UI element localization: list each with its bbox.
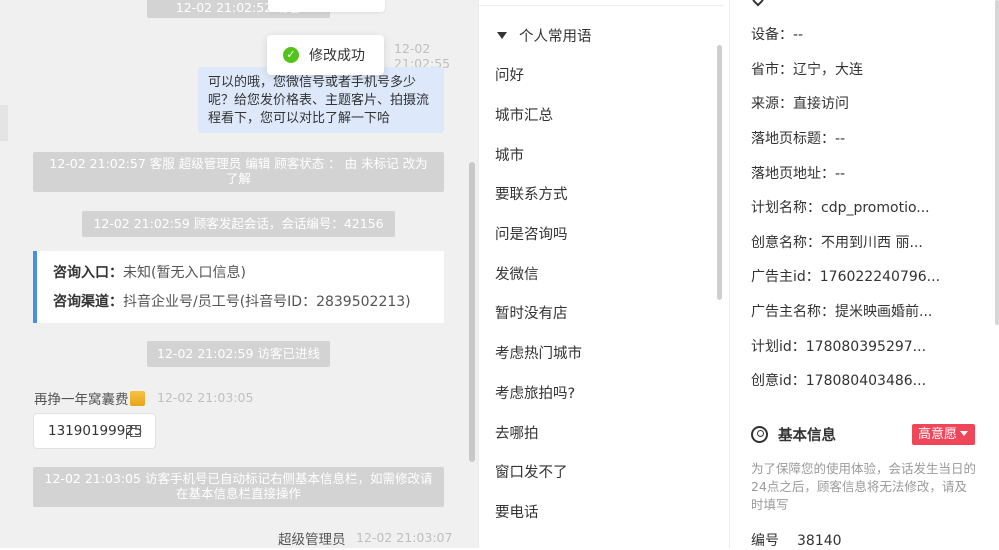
info-creative-name: 创意名称：不用到川西 丽...	[751, 235, 923, 251]
phrase-item[interactable]: 考虑旅拍吗?	[495, 382, 575, 403]
phrase-item[interactable]: 窗口发不了	[495, 461, 568, 482]
quick-phrases-panel: 个人常用语 问好 城市汇总 城市 要联系方式 问是咨询吗 发微信 暂时没有店 考…	[478, 0, 729, 548]
customer-id-label: 编号	[751, 533, 779, 549]
customer-id-row: 编号 38140	[751, 530, 842, 550]
toast-text: 修改成功	[309, 48, 365, 64]
copy-icon[interactable]	[126, 425, 141, 439]
intent-dropdown[interactable]: 高意愿	[912, 424, 975, 445]
phrase-item[interactable]: 去哪拍	[495, 422, 539, 443]
info-landing-url: 落地页地址：--	[751, 166, 846, 182]
consult-entry-value: 未知(暂无入口信息)	[123, 265, 246, 281]
info-source: 来源：直接访问	[751, 96, 849, 112]
caret-down-icon	[497, 32, 507, 39]
visitor-message-bubble: 13190199925	[33, 413, 156, 449]
emoji-icon	[129, 391, 145, 406]
phrase-item[interactable]: 要电话	[495, 501, 539, 522]
info-creative-id: 创意id：178080403486...	[751, 373, 927, 389]
phrase-item[interactable]: 城市汇总	[495, 104, 553, 125]
visitor-name-text: 再挣一年窝囊费	[34, 392, 129, 408]
chat-panel: 12-02 21:02:52 访客 12-02 21:02:55 可以的哦，您微…	[0, 0, 478, 548]
consult-channel-row: 咨询渠道：抖音企业号/员工号(抖音号ID：2839502213)	[53, 288, 444, 317]
info-device: 设备：--	[751, 27, 804, 43]
toast-remnant	[268, 0, 385, 12]
system-message-phone-tagged: 12-02 21:03:05 访客手机号已自动标记右侧基本信息栏，如需修改请在基…	[33, 467, 444, 507]
phrases-scrollbar[interactable]	[717, 45, 722, 300]
info-scrollbar[interactable]	[995, 0, 999, 325]
consult-entry-label: 咨询入口：	[53, 265, 123, 281]
consult-entry-row: 咨询入口：未知(暂无入口信息)	[53, 259, 444, 288]
phrase-item[interactable]: 要联系方式	[495, 183, 568, 204]
success-toast: ✓ 修改成功	[267, 35, 384, 75]
consult-info-card: 咨询入口：未知(暂无入口信息) 咨询渠道：抖音企业号/员工号(抖音号ID：283…	[33, 251, 444, 323]
phrase-item[interactable]: 城市	[495, 144, 524, 165]
customer-id-value: 38140	[797, 533, 842, 549]
phrase-item[interactable]: 暂时没有店	[495, 302, 568, 323]
edit-notice: 为了保障您的使用体验，会话发生当日的24点之后，顾客信息将无法修改，请及时填写	[751, 461, 977, 512]
system-message-status-change: 12-02 21:02:57 客服 超级管理员 编辑 顾客状态 ： 由 未标记 …	[33, 152, 444, 192]
agent-message-time-2: 12-02 21:03:07	[356, 530, 453, 545]
phrase-item[interactable]: 问好	[495, 64, 524, 85]
location-icon	[749, 0, 767, 7]
phrase-item[interactable]: 发微信	[495, 263, 539, 284]
visitor-name: 再挣一年窝囊费	[34, 388, 145, 408]
agent-name: 超级管理员	[278, 532, 346, 548]
customer-info-panel: 设备：-- 省市：辽宁，大连 来源：直接访问 落地页标题：-- 落地页地址：--…	[729, 0, 999, 550]
consult-channel-label: 咨询渠道：	[53, 294, 123, 310]
info-landing-title: 落地页标题：--	[751, 131, 846, 147]
chat-gutter	[0, 105, 8, 141]
info-advertiser-id: 广告主id：176022240796...	[751, 269, 941, 285]
basic-info-title: 基本信息	[778, 428, 836, 444]
phrase-group-header[interactable]: 个人常用语	[497, 25, 592, 46]
phrase-item[interactable]: 问是咨询吗	[495, 223, 568, 244]
phrase-item[interactable]: 考虑热门城市	[495, 342, 582, 363]
system-message-session: 12-02 21:02:59 顾客发起会话，会话编号：42156	[82, 211, 395, 237]
intent-label: 高意愿	[918, 427, 958, 442]
check-circle-icon: ✓	[283, 47, 299, 63]
caret-down-icon	[960, 431, 969, 436]
info-province-city: 省市：辽宁，大连	[751, 62, 863, 78]
consult-channel-value: 抖音企业号/员工号(抖音号ID：2839502213)	[123, 294, 411, 310]
phrase-group-title: 个人常用语	[519, 29, 592, 45]
divider	[479, 5, 723, 6]
info-plan-name: 计划名称：cdp_promotio...	[751, 200, 930, 216]
agent-message-bubble: 可以的哦，您微信号或者手机号多少呢？给您发价格表、主题客片、拍摄流程看下，您可以…	[198, 67, 444, 133]
chat-scrollbar[interactable]	[469, 162, 475, 462]
user-circle-icon	[751, 426, 768, 443]
basic-info-header: 基本信息	[751, 424, 836, 445]
info-advertiser-name: 广告主名称：提米映画婚前...	[751, 304, 933, 320]
info-plan-id: 计划id：178080395297...	[751, 339, 927, 355]
system-message-joined: 12-02 21:02:59 访客已进线	[147, 341, 330, 367]
visitor-message-time: 12-02 21:03:05	[157, 390, 254, 405]
